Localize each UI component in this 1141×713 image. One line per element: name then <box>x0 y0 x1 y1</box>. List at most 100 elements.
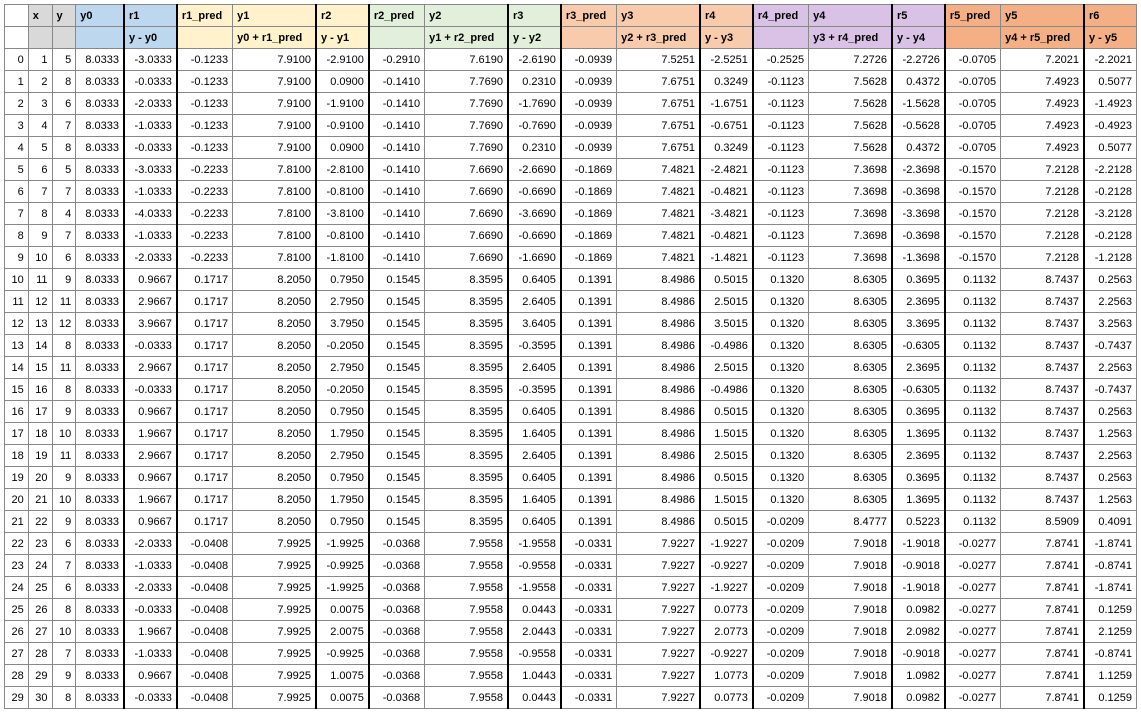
cell-y2: 7.9558 <box>425 665 508 687</box>
cell-r4_pred: 0.1320 <box>753 401 809 423</box>
col-r6: r6 <box>1084 5 1137 27</box>
cell-r5: 0.3695 <box>892 467 945 489</box>
cell-y5: 8.7437 <box>1001 445 1084 467</box>
cell-y5: 7.8741 <box>1001 643 1084 665</box>
cell-r4_pred: 0.1320 <box>753 489 809 511</box>
cell-r3_pred: -0.0331 <box>561 577 617 599</box>
cell-x: 7 <box>28 181 52 203</box>
cell-y: 9 <box>52 401 76 423</box>
cell-y5: 7.2128 <box>1001 225 1084 247</box>
cell-y5: 7.8741 <box>1001 533 1084 555</box>
cell-r6: 2.2563 <box>1084 445 1137 467</box>
cell-x: 19 <box>28 445 52 467</box>
cell-y2: 8.3595 <box>425 423 508 445</box>
cell-y: 6 <box>52 533 76 555</box>
cell-y5: 8.7437 <box>1001 335 1084 357</box>
cell-idx: 7 <box>5 203 29 225</box>
cell-y1: 7.8100 <box>233 159 316 181</box>
cell-y0: 8.0333 <box>76 533 124 555</box>
cell-y3: 7.4821 <box>617 159 700 181</box>
cell-y1: 8.2050 <box>233 445 316 467</box>
cell-r1_pred: -0.0408 <box>177 599 233 621</box>
cell-y2: 7.9558 <box>425 577 508 599</box>
cell-y1: 8.2050 <box>233 357 316 379</box>
col-r5: r5 <box>892 5 945 27</box>
cell-r4: -0.4986 <box>700 379 753 401</box>
cell-y2: 7.6690 <box>425 225 508 247</box>
cell-x: 4 <box>28 115 52 137</box>
cell-r4: 0.5015 <box>700 467 753 489</box>
cell-y3: 8.4986 <box>617 401 700 423</box>
col-x: x <box>28 5 52 27</box>
cell-y2: 7.9558 <box>425 555 508 577</box>
cell-y4: 7.3698 <box>809 181 892 203</box>
cell-r1: 1.9667 <box>124 423 177 445</box>
cell-r2_pred: 0.1545 <box>369 291 425 313</box>
sub-r5_pred <box>945 27 1001 49</box>
cell-x: 18 <box>28 423 52 445</box>
cell-r5_pred: 0.1132 <box>945 401 1001 423</box>
cell-r5_pred: 0.1132 <box>945 511 1001 533</box>
cell-idx: 10 <box>5 269 29 291</box>
cell-r2: 2.7950 <box>316 357 369 379</box>
cell-y3: 7.9227 <box>617 577 700 599</box>
cell-r5_pred: -0.1570 <box>945 247 1001 269</box>
cell-y0: 8.0333 <box>76 445 124 467</box>
cell-r5_pred: 0.1132 <box>945 489 1001 511</box>
cell-r1: -3.0333 <box>124 159 177 181</box>
cell-r6: 0.1259 <box>1084 687 1137 709</box>
cell-r3_pred: -0.0331 <box>561 665 617 687</box>
cell-r6: -0.4923 <box>1084 115 1137 137</box>
cell-r2_pred: 0.1545 <box>369 401 425 423</box>
cell-r1: -0.0333 <box>124 137 177 159</box>
cell-y: 7 <box>52 181 76 203</box>
cell-y0: 8.0333 <box>76 599 124 621</box>
cell-r2_pred: 0.1545 <box>369 313 425 335</box>
cell-idx: 14 <box>5 357 29 379</box>
cell-r1: -0.0333 <box>124 71 177 93</box>
cell-y1: 8.2050 <box>233 335 316 357</box>
cell-r2: 0.0075 <box>316 599 369 621</box>
cell-r4_pred: 0.1320 <box>753 357 809 379</box>
cell-y3: 7.9227 <box>617 555 700 577</box>
cell-r6: 0.2563 <box>1084 401 1137 423</box>
cell-r1: -1.0333 <box>124 225 177 247</box>
cell-y1: 7.9925 <box>233 555 316 577</box>
cell-y1: 7.9100 <box>233 137 316 159</box>
cell-idx: 24 <box>5 577 29 599</box>
cell-r5: -2.2726 <box>892 49 945 71</box>
cell-r3_pred: -0.0939 <box>561 115 617 137</box>
cell-r1_pred: 0.1717 <box>177 467 233 489</box>
cell-y5: 7.4923 <box>1001 115 1084 137</box>
cell-r3_pred: 0.1391 <box>561 313 617 335</box>
cell-y4: 8.6305 <box>809 379 892 401</box>
cell-y3: 8.4986 <box>617 379 700 401</box>
cell-y2: 8.3595 <box>425 511 508 533</box>
cell-r2: 0.0900 <box>316 137 369 159</box>
cell-x: 15 <box>28 357 52 379</box>
cell-r5_pred: 0.1132 <box>945 335 1001 357</box>
cell-y2: 7.7690 <box>425 115 508 137</box>
cell-r2: 0.0075 <box>316 687 369 709</box>
cell-r4_pred: 0.1320 <box>753 467 809 489</box>
cell-idx: 21 <box>5 511 29 533</box>
cell-y4: 7.9018 <box>809 533 892 555</box>
cell-x: 16 <box>28 379 52 401</box>
cell-r4: 0.5015 <box>700 401 753 423</box>
cell-r4_pred: -0.0209 <box>753 533 809 555</box>
cell-idx: 15 <box>5 379 29 401</box>
cell-r4: -1.4821 <box>700 247 753 269</box>
cell-y1: 8.2050 <box>233 269 316 291</box>
cell-r4_pred: -0.2525 <box>753 49 809 71</box>
cell-r5_pred: -0.0277 <box>945 621 1001 643</box>
cell-r3: -0.6690 <box>508 225 561 247</box>
cell-r4: -1.6751 <box>700 93 753 115</box>
cell-r1_pred: -0.0408 <box>177 687 233 709</box>
cell-idx: 1 <box>5 71 29 93</box>
sub-y <box>52 27 76 49</box>
cell-y2: 7.9558 <box>425 643 508 665</box>
cell-r4: -3.4821 <box>700 203 753 225</box>
cell-r1_pred: 0.1717 <box>177 401 233 423</box>
cell-r3_pred: 0.1391 <box>561 423 617 445</box>
cell-r5: -0.6305 <box>892 379 945 401</box>
